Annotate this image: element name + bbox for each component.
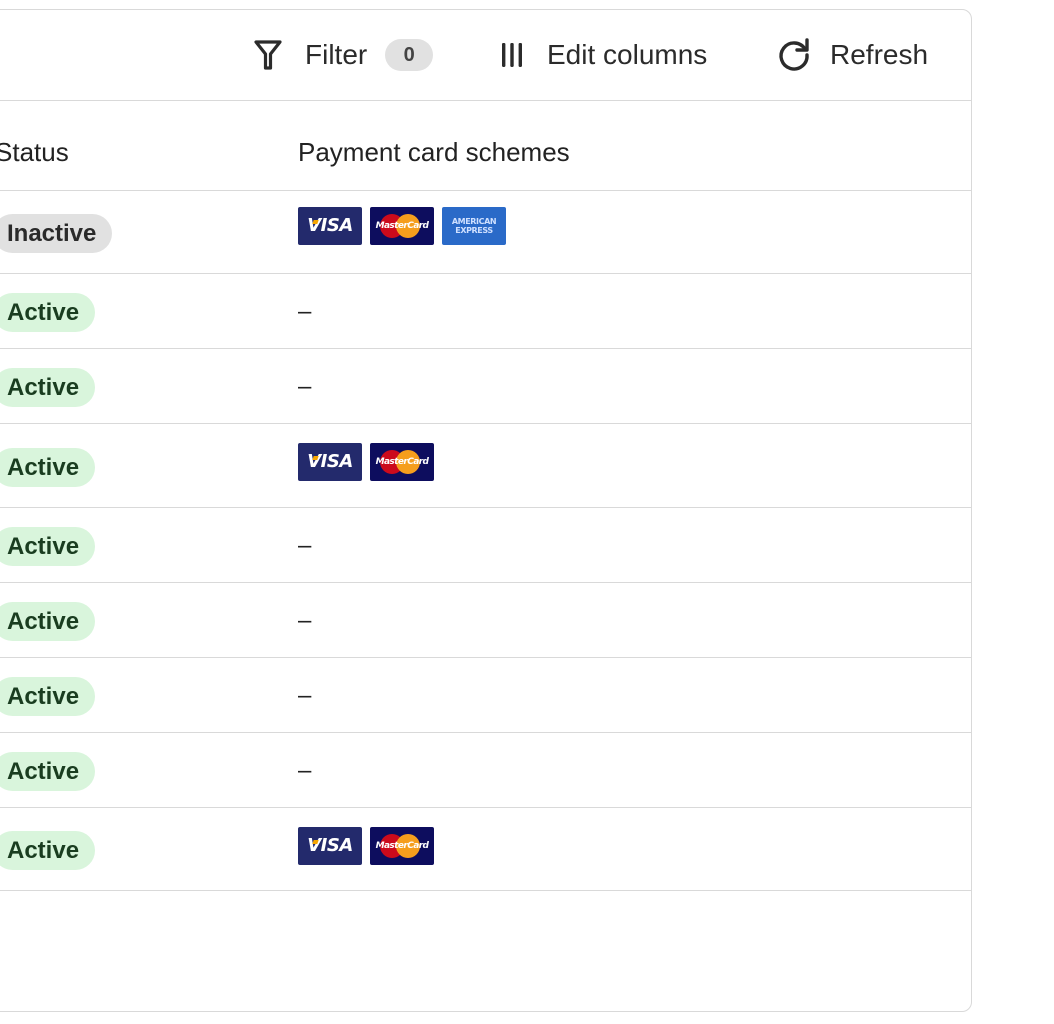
filter-count-badge: 0: [385, 39, 434, 71]
payment-card-list: VISA MasterCard: [298, 443, 434, 481]
visa-logo-text: VISA: [298, 827, 362, 865]
empty-value: –: [298, 532, 312, 559]
mastercard-card-icon: MasterCard: [370, 443, 434, 481]
refresh-button[interactable]: Refresh: [776, 10, 928, 100]
mastercard-card-icon: MasterCard: [370, 207, 434, 245]
status-badge: Active: [0, 368, 96, 407]
mastercard-card-icon: MasterCard: [370, 827, 434, 865]
amex-card-icon: AMERICAN EXPRESS: [442, 207, 506, 245]
status-badge: Active: [0, 677, 96, 716]
visa-card-icon: VISA: [298, 443, 362, 481]
mastercard-logo-text: MasterCard: [375, 841, 429, 851]
refresh-icon: [776, 37, 812, 73]
visa-logo-text: VISA: [298, 207, 362, 245]
empty-value: –: [298, 607, 312, 634]
status-badge: Active: [0, 448, 96, 487]
visa-logo-text: VISA: [298, 443, 362, 481]
empty-value: –: [298, 373, 312, 400]
table-toolbar: Filter 0 Edit columns Refresh: [0, 10, 971, 101]
payment-card-list: VISA MasterCard AMERICAN EXPRESS: [298, 207, 506, 245]
status-badge: Active: [0, 752, 96, 791]
visa-card-icon: VISA: [298, 207, 362, 245]
filter-label: Filter: [305, 39, 368, 70]
empty-value: –: [298, 757, 312, 784]
status-badge: Active: [0, 831, 96, 870]
status-badge: Active: [0, 527, 96, 566]
column-header-payment-card-schemes[interactable]: Payment card schemes: [298, 100, 570, 190]
table-row[interactable]: Active –: [0, 349, 971, 424]
empty-value: –: [298, 682, 312, 709]
amex-logo-line1: AMERICAN: [451, 217, 497, 226]
amex-logo-line2: EXPRESS: [455, 226, 493, 235]
filter-icon: [253, 39, 283, 71]
table-row[interactable]: Active –: [0, 658, 971, 733]
status-badge: Active: [0, 293, 96, 332]
columns-icon: [499, 40, 525, 70]
table-row[interactable]: Active –: [0, 508, 971, 583]
mastercard-logo-text: MasterCard: [375, 457, 429, 467]
visa-card-icon: VISA: [298, 827, 362, 865]
mastercard-logo-text: MasterCard: [375, 221, 429, 231]
column-header-status[interactable]: Status: [0, 100, 69, 190]
table-header: Status Payment card schemes: [0, 100, 971, 191]
status-badge: Active: [0, 602, 96, 641]
table-row[interactable]: Active –: [0, 274, 971, 349]
table-row[interactable]: Active –: [0, 583, 971, 658]
empty-value: –: [298, 298, 312, 325]
table-row[interactable]: Active –: [0, 733, 971, 808]
edit-columns-label: Edit columns: [547, 39, 708, 70]
filter-button[interactable]: Filter 0: [253, 10, 434, 100]
table-row[interactable]: Inactive VISA MasterCard AMERICAN EXPRESS: [0, 191, 971, 274]
refresh-label: Refresh: [830, 39, 929, 70]
amex-logo-text: AMERICAN EXPRESS: [442, 217, 506, 235]
table-row[interactable]: Active VISA MasterCard: [0, 424, 971, 508]
payment-card-list: VISA MasterCard: [298, 827, 434, 865]
table-row[interactable]: Active VISA MasterCard: [0, 808, 971, 891]
table-panel: Filter 0 Edit columns Refresh Status Pay…: [0, 9, 972, 1012]
status-badge: Inactive: [0, 214, 113, 253]
edit-columns-button[interactable]: Edit columns: [499, 10, 707, 100]
